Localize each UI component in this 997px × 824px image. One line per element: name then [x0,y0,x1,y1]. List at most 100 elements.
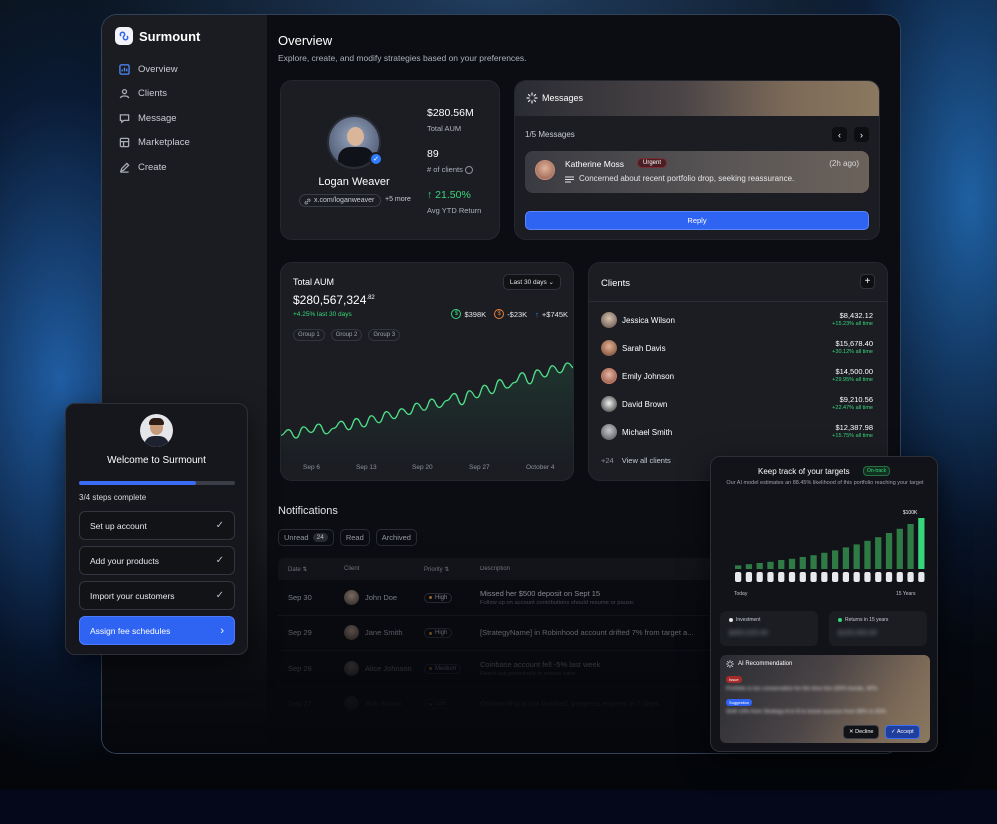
accept-button[interactable]: ✓ Accept [885,725,920,739]
more-count: +24 [601,456,614,465]
investment-box: Investment $450,025.00 [720,611,818,646]
box-label: Returns in 15 years [838,617,888,623]
step-set-up-account[interactable]: Set up account ✓ [79,511,235,540]
row-priority: Low [424,699,480,709]
brand: Surmount [115,27,200,45]
column-date[interactable]: Date ⇅ [278,566,334,573]
message-icon [119,113,130,124]
decline-button[interactable]: ✕ Decline [843,725,880,739]
sidebar-item-clients[interactable]: Clients [112,82,262,107]
check-icon: ✓ [215,555,224,566]
client-name: Alice Johnson [365,663,412,673]
prev-message-button[interactable]: ‹ [832,127,847,142]
date-range-select[interactable]: Last 30 days ⌄ [502,274,561,290]
table-row[interactable]: Sep 27 Bob Brown Low Onboarding is not f… [278,687,718,722]
table-row[interactable]: Sep 29 Jane Smith High [StrategyName] in… [278,616,718,651]
next-message-button[interactable]: › [854,127,869,142]
table-header: Date ⇅ Client Priority ⇅ Description [278,558,718,580]
stat-value: ↑ 21.50% [427,189,481,201]
reply-button[interactable]: Reply [525,211,869,230]
client-row[interactable]: Jessica Wilson $8,432.12 +15.23% all tim… [601,307,873,335]
tab-unread[interactable]: Unread 24 [278,529,334,546]
table-row[interactable]: Sep 28 Alice Johnson Medium Coinbase acc… [278,651,718,687]
view-all-clients-link[interactable]: +24 View all clients [601,456,671,465]
avatar [601,396,617,412]
avatar [601,312,617,328]
client-name: Jane Smith [365,628,403,638]
group-chip[interactable]: Group 1 [293,329,325,341]
divider [589,301,887,302]
row-description: Coinbase account fell -5% last week Reach… [480,660,718,677]
step-add-products[interactable]: Add your products ✓ [79,546,235,575]
clients-card: Clients + Jessica Wilson $8,432.12 +15.2… [588,262,888,481]
group-chip[interactable]: Group 2 [330,329,363,341]
target-bar [896,528,903,569]
profile-link[interactable]: x.com/loganweaver [299,194,382,207]
profile-more-links[interactable]: +5 more [385,196,411,203]
message-text: Concerned about recent portfolio drop, s… [579,174,795,183]
tab-read[interactable]: Read [339,529,370,546]
target-bar [832,550,839,569]
sidebar-item-message[interactable]: Message [112,106,262,131]
table-row[interactable]: Sep 30 John Doe High Missed her $500 dep… [278,580,718,616]
client-value: $12,387.98 [835,423,873,432]
column-priority[interactable]: Priority ⇅ [424,566,480,573]
sidebar-item-overview[interactable]: Overview [112,57,262,82]
avatar [140,414,173,447]
client-row[interactable]: David Brown $9,210.56 +22.47% all time [601,391,873,419]
overview-icon [119,64,130,75]
arrow-up-icon: ↑ [535,309,539,319]
client-value: $9,210.56 [839,395,873,404]
brand-name: Surmount [139,28,201,44]
client-change: +15.75% all time [832,433,873,439]
aum-value-main: $280,567,324 [293,293,367,307]
target-bar [885,533,893,569]
row-client: John Doe [334,589,424,605]
metric-value: $398K [464,309,487,319]
client-row[interactable]: Michael Smith $12,387.98 +15.75% all tim… [601,419,873,447]
aum-change: +4.25% last 30 days [293,311,352,318]
total-aum-card: Total AUM Last 30 days ⌄ $280,567,324.82… [280,262,574,481]
onboarding-progress [79,481,235,485]
group-chip[interactable]: Group 3 [368,329,401,341]
sidebar-item-marketplace[interactable]: Marketplace [112,131,262,156]
client-name: John Doe [365,592,398,602]
x-axis-label: Sep 27 [469,464,490,471]
avatar [344,625,359,641]
notifications-table: Date ⇅ Client Priority ⇅ Description Sep… [278,558,718,722]
row-priority: High [424,592,480,603]
x-axis-label: Sep 20 [412,464,433,471]
client-row[interactable]: Sarah Davis $15,678.40 +30.12% all time [601,335,873,363]
client-change: +29.95% all time [832,377,873,383]
message-count: 1/5 Messages [525,130,575,139]
arrow-up-icon: ↑ [427,189,433,201]
sidebar-item-create[interactable]: Create [112,155,262,180]
column-client: Client [334,566,424,572]
tab-archived[interactable]: Archived [375,529,417,546]
bottom-band [0,790,997,824]
investment-bar [918,572,925,582]
investment-bar [788,572,796,582]
header-label: Client [344,566,360,572]
target-bar [918,518,925,569]
issue-text: Portfolio is too conservative for the ti… [726,686,878,692]
target-bar [810,555,817,569]
client-row[interactable]: Emily Johnson $14,500.00 +29.95% all tim… [601,363,873,391]
metric-growth: ↑ +$745K [535,309,568,319]
notification-tabs: Unread 24 Read Archived [278,529,417,546]
stat-clients: 89 # of clients [427,148,473,175]
step-import-customers[interactable]: Import your customers ✓ [79,581,235,610]
investment-bar [832,572,839,582]
add-client-button[interactable]: + [860,274,875,289]
message-item[interactable]: Katherine Moss Urgent (2h ago) Concerned… [525,151,869,193]
view-all-label: View all clients [621,456,671,465]
box-label: Investment [729,617,760,623]
aum-value: $280,567,324.82 [293,293,375,307]
peak-value-label: $100K [903,510,918,516]
investment-bar [778,572,785,582]
x-axis-start: Today [734,591,748,597]
x-axis-end: 15 Years [896,591,916,597]
info-icon[interactable] [464,166,473,175]
page-title: Overview [278,33,333,48]
step-assign-fee-schedules[interactable]: Assign fee schedules › [79,616,235,645]
